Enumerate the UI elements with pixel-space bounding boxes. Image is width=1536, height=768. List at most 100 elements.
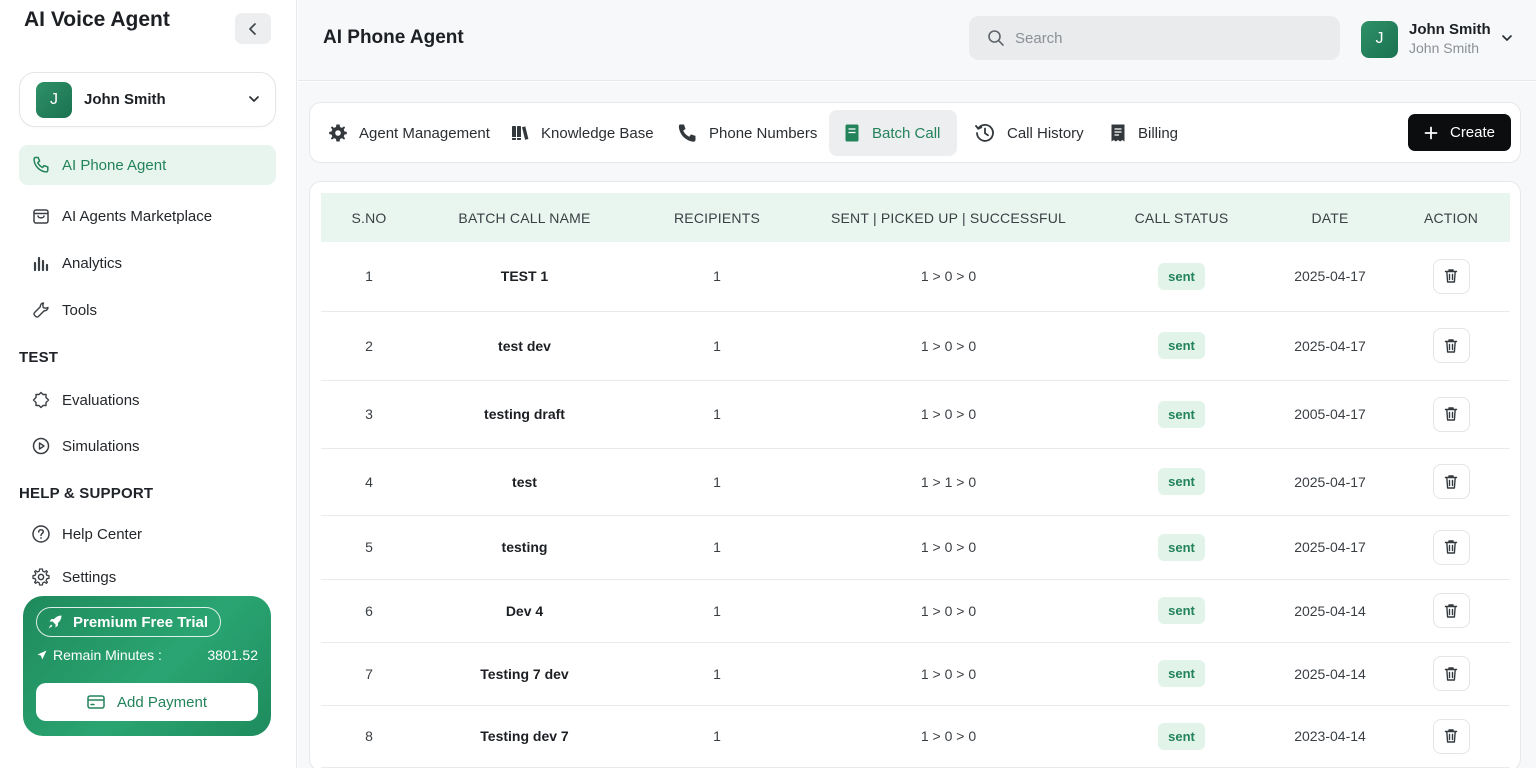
books-icon bbox=[510, 123, 530, 143]
batch-name-cell: Testing dev 7 bbox=[417, 705, 632, 768]
table-row[interactable]: 6 Dev 4 1 1 > 0 > 0 sent 2025-04-14 bbox=[321, 579, 1510, 643]
action-cell bbox=[1392, 642, 1510, 706]
recipients-cell: 1 bbox=[632, 242, 802, 312]
tab-billing[interactable]: Billing bbox=[1095, 110, 1192, 156]
rocket-icon bbox=[47, 614, 63, 630]
sno-cell: 8 bbox=[321, 705, 417, 768]
remain-minutes-value: 3801.52 bbox=[207, 647, 258, 663]
trash-icon bbox=[1444, 666, 1458, 682]
play-circle-icon bbox=[31, 436, 51, 456]
table-row[interactable]: 8 Testing dev 7 1 1 > 0 > 0 sent 2023-04… bbox=[321, 705, 1510, 768]
recipients-cell: 1 bbox=[632, 448, 802, 516]
sidebar-item-label: Simulations bbox=[62, 437, 140, 455]
sidebar-item-simulations[interactable]: Simulations bbox=[19, 426, 276, 466]
tab-call-history[interactable]: Call History bbox=[960, 110, 1098, 156]
trash-icon bbox=[1444, 603, 1458, 619]
table-row[interactable]: 5 testing 1 1 > 0 > 0 sent 2025-04-17 bbox=[321, 515, 1510, 580]
account-switcher[interactable]: J John Smith bbox=[19, 72, 276, 127]
trash-icon bbox=[1444, 406, 1458, 422]
sno-cell: 1 bbox=[321, 242, 417, 312]
status-badge: sent bbox=[1158, 332, 1205, 359]
table-row[interactable]: 3 testing draft 1 1 > 0 > 0 sent 2005-04… bbox=[321, 380, 1510, 449]
table-row[interactable]: 1 TEST 1 1 1 > 0 > 0 sent 2025-04-17 bbox=[321, 242, 1510, 312]
user-menu[interactable]: J John Smith John Smith bbox=[1361, 19, 1514, 59]
page-title: AI Phone Agent bbox=[323, 27, 464, 48]
recipients-cell: 1 bbox=[632, 579, 802, 643]
help-circle-icon bbox=[31, 524, 51, 544]
status-cell: sent bbox=[1095, 579, 1268, 643]
progress-cell: 1 > 0 > 0 bbox=[802, 579, 1095, 643]
sidebar-item-help-center[interactable]: Help Center bbox=[19, 514, 276, 554]
sidebar-item-label: Help Center bbox=[62, 525, 143, 543]
add-payment-button[interactable]: Add Payment bbox=[36, 683, 258, 721]
sidebar-item-evaluations[interactable]: Evaluations bbox=[19, 380, 276, 420]
tab-batch-call[interactable]: Batch Call bbox=[829, 110, 957, 156]
tab-label: Call History bbox=[1007, 124, 1084, 142]
table-row[interactable]: 7 Testing 7 dev 1 1 > 0 > 0 sent 2025-04… bbox=[321, 642, 1510, 706]
sidebar-item-label: Evaluations bbox=[62, 391, 140, 409]
delete-button[interactable] bbox=[1432, 396, 1470, 432]
action-cell bbox=[1392, 311, 1510, 381]
sidebar-item-label: AI Agents Marketplace bbox=[62, 207, 213, 225]
tab-agent-management[interactable]: Agent Management bbox=[314, 110, 504, 156]
marketplace-icon bbox=[31, 206, 51, 226]
premium-trial-badge: Premium Free Trial bbox=[36, 607, 222, 637]
progress-cell: 1 > 0 > 0 bbox=[802, 642, 1095, 706]
evaluations-icon bbox=[31, 390, 51, 410]
action-cell bbox=[1392, 448, 1510, 516]
delete-button[interactable] bbox=[1432, 328, 1470, 363]
sno-cell: 5 bbox=[321, 515, 417, 580]
chevron-down-icon bbox=[247, 92, 261, 111]
sno-cell: 3 bbox=[321, 380, 417, 449]
tabs-bar: Agent Management Knowledge Base Phone Nu… bbox=[309, 102, 1521, 163]
trash-icon bbox=[1444, 338, 1458, 354]
batch-name-cell: Testing 7 dev bbox=[417, 642, 632, 706]
sidebar-item-label: Analytics bbox=[62, 254, 123, 272]
search-input[interactable] bbox=[1015, 29, 1315, 47]
action-cell bbox=[1392, 242, 1510, 312]
premium-trial-card: Premium Free Trial Remain Minutes : 3801… bbox=[23, 596, 271, 736]
tab-knowledge-base[interactable]: Knowledge Base bbox=[496, 110, 668, 156]
sidebar-item-analytics[interactable]: Analytics bbox=[19, 243, 276, 283]
tab-phone-numbers[interactable]: Phone Numbers bbox=[662, 110, 831, 156]
sidebar-item-settings[interactable]: Settings bbox=[19, 557, 276, 597]
phone-icon bbox=[31, 155, 51, 175]
send-icon bbox=[37, 650, 47, 660]
delete-button[interactable] bbox=[1432, 258, 1470, 294]
delete-button[interactable] bbox=[1432, 529, 1470, 565]
status-badge: sent bbox=[1158, 400, 1205, 428]
recipients-cell: 1 bbox=[632, 515, 802, 580]
add-payment-label: Add Payment bbox=[116, 693, 208, 711]
batch-name-cell: Dev 4 bbox=[417, 579, 632, 643]
delete-button[interactable] bbox=[1432, 656, 1470, 691]
collapse-sidebar-button[interactable] bbox=[235, 13, 271, 44]
create-button[interactable]: Create bbox=[1408, 114, 1511, 151]
progress-cell: 1 > 0 > 0 bbox=[802, 311, 1095, 381]
sidebar-item-ai-phone-agent[interactable]: AI Phone Agent bbox=[19, 145, 276, 185]
delete-button[interactable] bbox=[1432, 464, 1470, 499]
table-row[interactable]: 2 test dev 1 1 > 0 > 0 sent 2025-04-17 bbox=[321, 311, 1510, 381]
tab-label: Agent Management bbox=[359, 124, 490, 142]
table-row[interactable]: 4 test 1 1 > 1 > 0 sent 2025-04-17 bbox=[321, 448, 1510, 516]
date-cell: 2025-04-14 bbox=[1268, 642, 1392, 706]
sno-cell: 7 bbox=[321, 642, 417, 706]
date-cell: 2025-04-14 bbox=[1268, 579, 1392, 643]
premium-trial-label: Premium Free Trial bbox=[73, 613, 209, 631]
date-cell: 2025-04-17 bbox=[1268, 515, 1392, 580]
sidebar-item-ai-agents-marketplace[interactable]: AI Agents Marketplace bbox=[19, 196, 276, 236]
recipients-cell: 1 bbox=[632, 380, 802, 449]
delete-button[interactable] bbox=[1432, 718, 1470, 754]
batch-name-cell: TEST 1 bbox=[417, 242, 632, 312]
batch-name-cell: test dev bbox=[417, 311, 632, 381]
status-badge: sent bbox=[1158, 660, 1205, 687]
remain-minutes-label: Remain Minutes : bbox=[37, 647, 162, 663]
delete-button[interactable] bbox=[1432, 593, 1470, 628]
sidebar-item-tools[interactable]: Tools bbox=[19, 290, 276, 330]
user-avatar: J bbox=[1361, 20, 1398, 58]
progress-cell: 1 > 0 > 0 bbox=[802, 380, 1095, 449]
date-cell: 2025-04-17 bbox=[1268, 448, 1392, 516]
chevron-down-icon bbox=[1500, 31, 1514, 50]
status-badge: sent bbox=[1158, 722, 1205, 750]
phone-icon bbox=[676, 122, 698, 144]
sno-cell: 2 bbox=[321, 311, 417, 381]
